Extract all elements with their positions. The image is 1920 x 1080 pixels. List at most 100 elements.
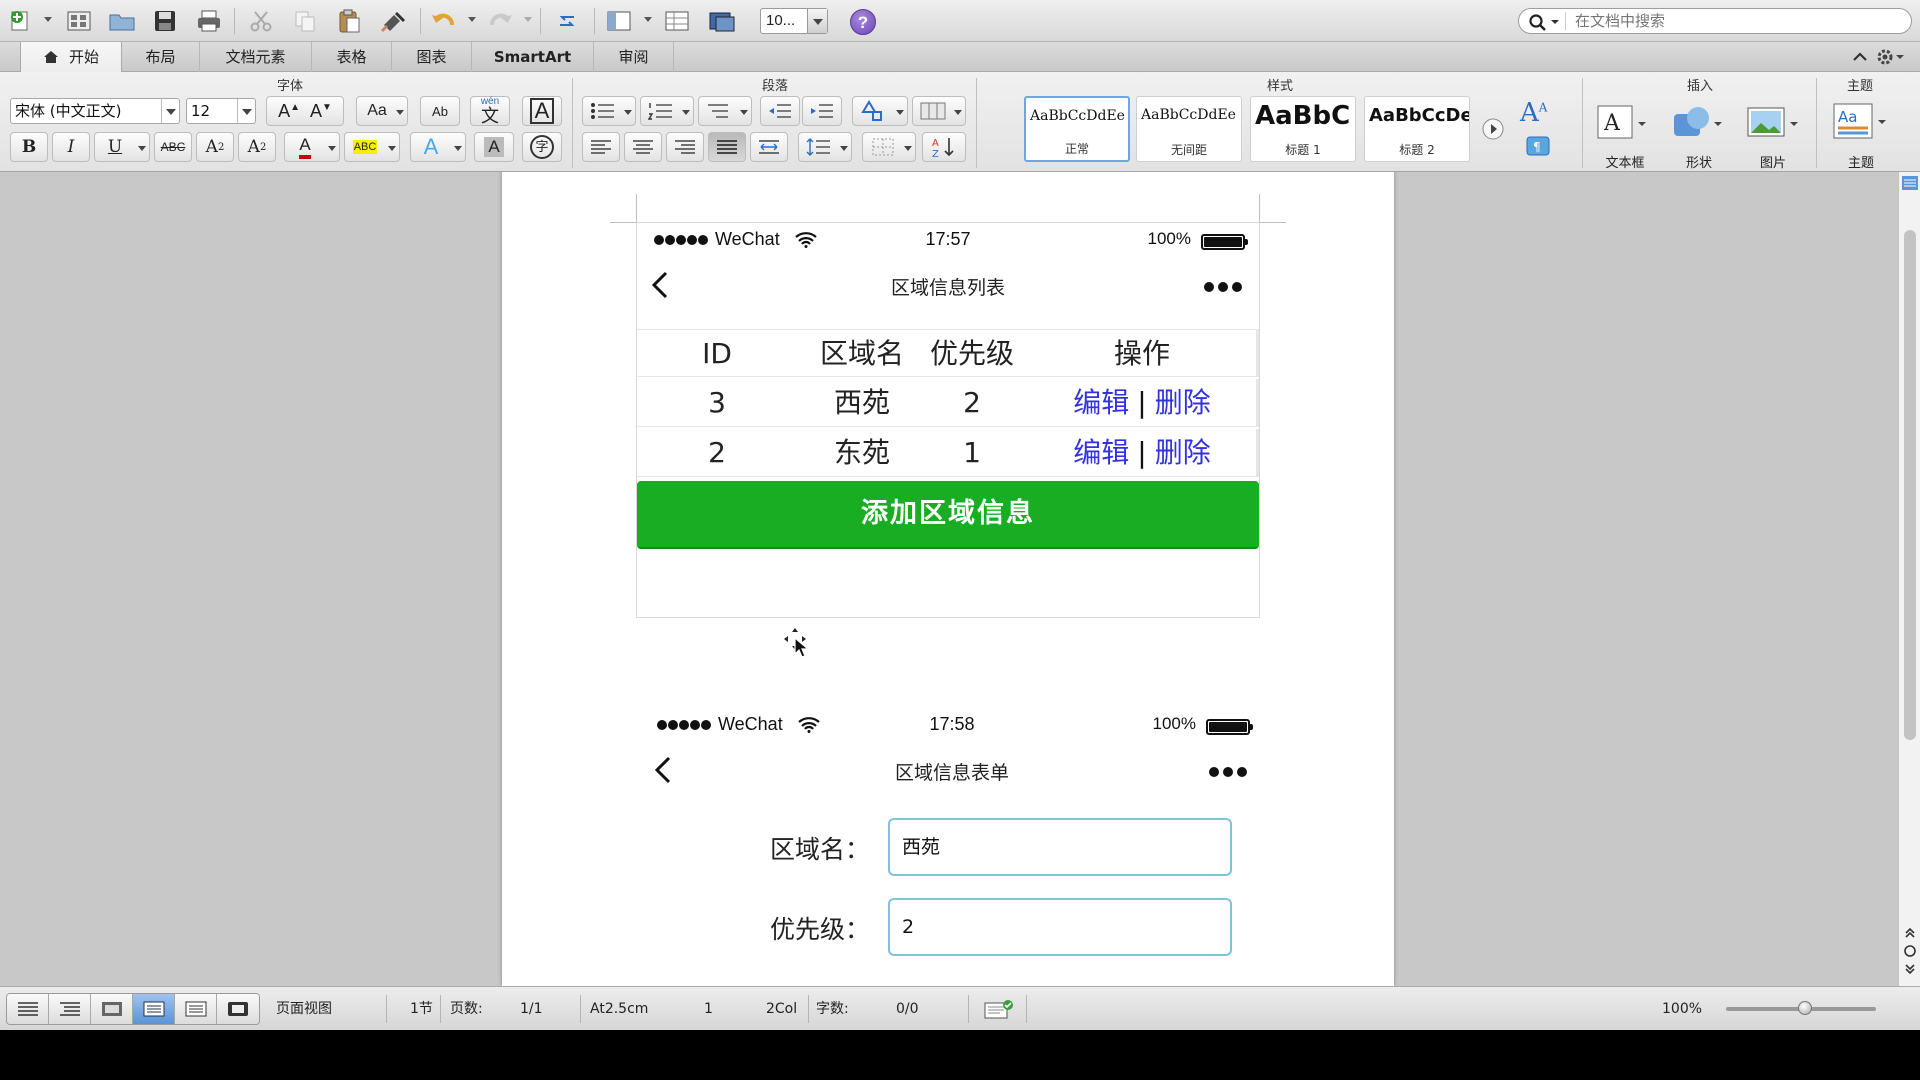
themes-button[interactable]: Aa 主题 — [1828, 100, 1900, 171]
templates-button[interactable] — [64, 6, 94, 36]
region-name-field[interactable]: 西苑 — [888, 818, 1232, 876]
more-dots-icon[interactable] — [1208, 766, 1248, 778]
superscript-button[interactable]: A2 — [196, 132, 234, 162]
search-box[interactable] — [1518, 8, 1912, 34]
sort-az-button[interactable]: AZ — [922, 132, 966, 162]
phonetic-guide-button[interactable]: wén 文 — [470, 96, 510, 126]
reorder-button[interactable] — [552, 6, 582, 36]
borders-button[interactable] — [862, 132, 916, 162]
bullets-button[interactable] — [582, 96, 636, 126]
more-dots-icon[interactable] — [1203, 281, 1243, 293]
justify-button[interactable] — [708, 132, 746, 162]
cut-button[interactable] — [246, 6, 276, 36]
line-spacing-button[interactable] — [798, 132, 852, 162]
scrollbar-thumb[interactable] — [1904, 230, 1916, 740]
document-page[interactable]: WeChat 17:57 100% 区域信息列表 ID 区域名 优先级 操作 3… — [502, 172, 1394, 986]
undo-dropdown[interactable] — [468, 17, 476, 22]
character-shading-button[interactable]: A — [474, 132, 514, 162]
underline-button[interactable]: U — [94, 132, 150, 162]
print-layout-view-button[interactable] — [133, 994, 175, 1024]
chevron-down-icon[interactable] — [161, 99, 179, 123]
insert-textbox-button[interactable]: A 文本框 — [1590, 100, 1662, 171]
chevron-up-icon[interactable] — [1852, 50, 1868, 62]
document-workspace[interactable]: WeChat 17:57 100% 区域信息列表 ID 区域名 优先级 操作 3… — [0, 172, 1898, 986]
media-browser-button[interactable] — [706, 6, 738, 36]
copy-button[interactable] — [290, 6, 320, 36]
tab-home[interactable]: 开始 — [20, 42, 122, 73]
vertical-scrollbar[interactable] — [1898, 172, 1920, 986]
tab-document-elements[interactable]: 文档元素 — [200, 42, 312, 72]
open-button[interactable] — [106, 6, 138, 36]
styles-manage-icon[interactable]: ¶ — [1526, 136, 1552, 158]
help-button[interactable]: ? — [850, 9, 876, 35]
decrease-indent-button[interactable] — [760, 96, 800, 126]
redo-button[interactable] — [484, 6, 516, 36]
tab-tables[interactable]: 表格 — [312, 42, 392, 72]
paste-button[interactable] — [334, 6, 364, 36]
notebook-view-button[interactable] — [175, 994, 217, 1024]
priority-field[interactable]: 2 — [888, 898, 1232, 956]
enclose-characters-button[interactable]: 字 — [522, 132, 562, 162]
style-heading-1[interactable]: AaBbC 标题 1 — [1250, 96, 1356, 162]
style-no-spacing[interactable]: AaBbCcDdEe 无间距 — [1136, 96, 1242, 162]
font-color-button[interactable]: A — [284, 132, 340, 162]
text-effects-button[interactable]: A — [410, 132, 466, 162]
spelling-button[interactable]: Ab — [420, 96, 460, 126]
italic-button[interactable]: I — [52, 132, 90, 162]
align-left-button[interactable] — [582, 132, 620, 162]
sort-button[interactable] — [852, 96, 908, 126]
columns-button[interactable] — [912, 96, 966, 126]
undo-button[interactable] — [428, 6, 460, 36]
shrink-font-button[interactable]: A▼ — [310, 101, 332, 122]
align-right-button[interactable] — [666, 132, 704, 162]
align-center-button[interactable] — [624, 132, 662, 162]
proofing-status-icon[interactable] — [984, 999, 1014, 1019]
gear-icon[interactable] — [1876, 48, 1906, 66]
next-page-icon[interactable] — [1903, 962, 1917, 976]
style-normal[interactable]: AaBbCcDdEe 正常 — [1024, 96, 1130, 162]
distribute-button[interactable] — [750, 132, 788, 162]
list-page-screenshot[interactable]: WeChat 17:57 100% 区域信息列表 ID 区域名 优先级 操作 3… — [636, 222, 1260, 618]
font-name-combo[interactable]: 宋体 (中文正文) — [10, 98, 180, 124]
add-region-button[interactable]: 添加区域信息 — [637, 481, 1259, 549]
sidebar-button[interactable] — [604, 6, 634, 36]
focus-view-button[interactable] — [217, 994, 259, 1024]
tab-charts[interactable]: 图表 — [392, 42, 472, 72]
insert-picture-button[interactable]: 图片 — [1738, 100, 1810, 171]
chevron-down-icon[interactable] — [237, 99, 255, 123]
styles-pane-button[interactable]: AA — [1520, 98, 1547, 128]
numbering-button[interactable] — [640, 96, 694, 126]
increase-indent-button[interactable] — [802, 96, 842, 126]
save-button[interactable] — [150, 6, 180, 36]
outline-view-button[interactable] — [49, 994, 91, 1024]
edit-link[interactable]: 编辑 — [1073, 386, 1129, 419]
new-document-dropdown[interactable] — [44, 17, 52, 22]
subscript-button[interactable]: A2 — [238, 132, 276, 162]
change-case-button[interactable]: Aa — [356, 96, 408, 126]
edit-link[interactable]: 编辑 — [1073, 436, 1129, 469]
chevron-down-icon[interactable] — [807, 9, 827, 33]
gallery-button[interactable] — [662, 6, 692, 36]
styles-next-icon[interactable] — [1482, 118, 1504, 140]
select-browse-icon[interactable] — [1902, 176, 1918, 190]
zoom-slider-knob[interactable] — [1798, 1001, 1812, 1015]
zoom-slider[interactable] — [1726, 1001, 1876, 1015]
zoom-combo[interactable]: 10... — [760, 8, 828, 34]
print-button[interactable] — [194, 6, 224, 36]
tab-review[interactable]: 审阅 — [594, 42, 674, 72]
form-page-screenshot[interactable]: WeChat 17:58 100% 区域信息表单 区域名： 西苑 优先级： 2 — [636, 708, 1260, 986]
character-border-button[interactable]: A — [522, 96, 562, 126]
format-painter-button[interactable] — [378, 6, 410, 36]
previous-page-icon[interactable] — [1903, 926, 1917, 940]
font-size-combo[interactable]: 12 — [186, 98, 256, 124]
bold-button[interactable]: B — [10, 132, 48, 162]
grow-font-button[interactable]: A▲ — [278, 101, 300, 122]
strikethrough-button[interactable]: ABC — [154, 132, 192, 162]
multilevel-list-button[interactable] — [698, 96, 752, 126]
new-document-button[interactable] — [6, 6, 36, 36]
publishing-view-button[interactable] — [91, 994, 133, 1024]
delete-link[interactable]: 删除 — [1155, 436, 1211, 469]
search-input[interactable] — [1575, 11, 1895, 31]
highlight-button[interactable]: ABC — [344, 132, 400, 162]
tab-smartart[interactable]: SmartArt — [472, 42, 594, 72]
